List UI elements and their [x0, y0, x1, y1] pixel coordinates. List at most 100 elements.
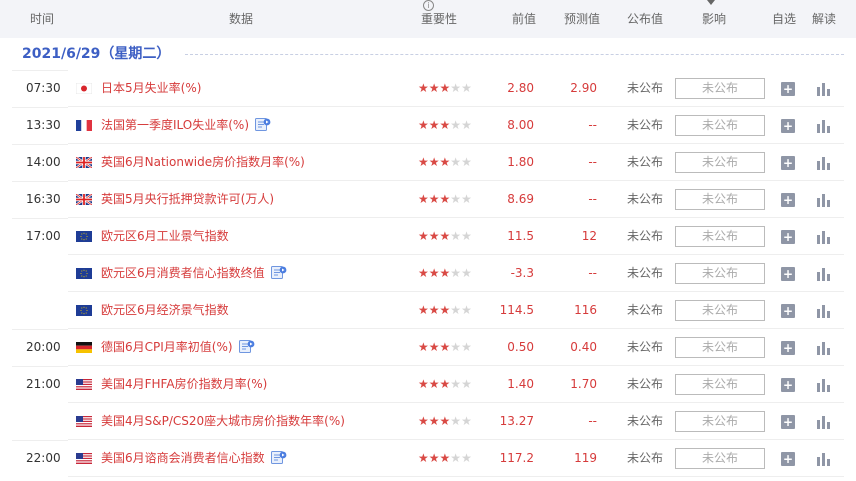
table-row: 21:00 美国4月FHFA房价指数月率(%) ★★★★★ 1.40 1.70 未公布 未公…: [0, 366, 856, 403]
document-icon[interactable]: [238, 331, 255, 353]
add-watchlist-button[interactable]: +: [781, 82, 795, 96]
header-forecast: 预测值: [564, 12, 601, 26]
table-row: 22:00 美国6月谘商会消费者信心指数 ★★★★★ 117.2 119 未公布 未公布 +: [0, 440, 856, 477]
document-icon[interactable]: [255, 109, 271, 131]
row-time: 14:00: [26, 155, 61, 169]
add-watchlist-button[interactable]: +: [781, 267, 795, 281]
event-name-text: 欧元区6月工业景气指数: [101, 229, 229, 243]
bar-chart-icon[interactable]: [817, 192, 831, 207]
table-row: 14:00 英国6月Nationwide房价指数月率(%) ★★★★★ 1.80 -- 未…: [0, 144, 856, 181]
add-watchlist-button[interactable]: +: [781, 156, 795, 170]
previous-value: 114.5: [499, 303, 534, 317]
star-icon: ★: [418, 303, 429, 317]
star-icon: ★: [428, 451, 440, 465]
event-name[interactable]: 日本5月失业率(%): [101, 70, 201, 107]
event-name[interactable]: 欧元区6月消费者信心指数终值: [101, 255, 287, 292]
importance-stars: ★★★★★: [418, 70, 472, 107]
bar-chart-icon[interactable]: [817, 303, 831, 318]
uk-flag-icon: [76, 157, 92, 168]
previous-value: 13.27: [499, 414, 534, 428]
published-value: 未公布: [627, 81, 664, 95]
bar-chart-icon[interactable]: [817, 229, 831, 244]
event-name-text: 欧元区6月经济景气指数: [101, 303, 229, 317]
forecast-value: --: [588, 266, 597, 280]
bar-chart-icon[interactable]: [817, 377, 831, 392]
add-watchlist-button[interactable]: +: [781, 378, 795, 392]
table-row: 17:00 欧元区6月工业景气指数 ★★★★★ 11.5 12 未公布 未公布 +: [0, 218, 856, 255]
star-icon: ★: [418, 414, 429, 428]
star-icon: ★: [450, 340, 462, 354]
importance-stars: ★★★★★: [418, 366, 472, 403]
previous-value: 0.50: [507, 340, 534, 354]
row-time: 07:30: [26, 81, 61, 95]
star-icon: ★: [439, 377, 451, 391]
star-icon: ★: [418, 340, 429, 354]
date-group-header: 2021/6/29（星期二）: [0, 38, 856, 70]
event-name[interactable]: 美国4月S&P/CS20座大城市房价指数年率(%): [101, 403, 345, 440]
event-name[interactable]: 欧元区6月经济景气指数: [101, 292, 229, 329]
star-icon: ★: [418, 118, 429, 132]
event-name-text: 美国6月谘商会消费者信心指数: [101, 451, 265, 465]
add-watchlist-button[interactable]: +: [781, 341, 795, 355]
published-value: 未公布: [627, 414, 664, 428]
add-watchlist-button[interactable]: +: [781, 230, 795, 244]
star-icon: ★: [428, 266, 440, 280]
forecast-value: --: [588, 118, 597, 132]
star-icon: ★: [428, 192, 440, 206]
event-name[interactable]: 美国4月FHFA房价指数月率(%): [101, 366, 267, 403]
star-icon: ★: [428, 414, 440, 428]
event-name[interactable]: 美国6月谘商会消费者信心指数: [101, 440, 287, 477]
previous-value: 2.80: [507, 81, 534, 95]
forecast-value: 119: [574, 451, 597, 465]
event-name-text: 法国第一季度ILO失业率(%): [101, 118, 250, 132]
star-icon: ★: [439, 266, 451, 280]
row-time: 20:00: [26, 340, 61, 354]
us-flag-icon: [76, 379, 92, 390]
forecast-value: 1.70: [570, 377, 597, 391]
published-value: 未公布: [627, 118, 664, 132]
table-row: 16:30 英国5月央行抵押贷款许可(万人) ★★★★★ 8.69 -- 未公布 未公布 +: [0, 181, 856, 218]
bar-chart-icon[interactable]: [817, 340, 831, 355]
event-name[interactable]: 德国6月CPI月率初值(%): [101, 329, 255, 366]
add-watchlist-button[interactable]: +: [781, 304, 795, 318]
bar-chart-icon[interactable]: [817, 451, 831, 466]
event-name[interactable]: 法国第一季度ILO失业率(%): [101, 107, 271, 144]
add-watchlist-button[interactable]: +: [781, 415, 795, 429]
forecast-value: --: [588, 192, 597, 206]
document-icon[interactable]: [270, 257, 287, 279]
event-name[interactable]: 欧元区6月工业景气指数: [101, 218, 229, 255]
bar-chart-icon[interactable]: [817, 81, 831, 96]
published-value: 未公布: [627, 155, 664, 169]
info-icon[interactable]: i: [423, 0, 434, 11]
add-watchlist-button[interactable]: +: [781, 119, 795, 133]
event-name[interactable]: 英国5月央行抵押贷款许可(万人): [101, 181, 274, 218]
bar-chart-icon[interactable]: [817, 266, 831, 281]
event-name-text: 德国6月CPI月率初值(%): [101, 340, 233, 354]
bar-chart-icon[interactable]: [817, 155, 831, 170]
star-icon: ★: [450, 414, 462, 428]
event-name[interactable]: 英国6月Nationwide房价指数月率(%): [101, 144, 305, 181]
bar-chart-icon[interactable]: [817, 414, 831, 429]
star-icon: ★: [439, 303, 451, 317]
date-divider: [185, 54, 844, 55]
published-value: 未公布: [627, 303, 664, 317]
france-flag-icon: [76, 120, 92, 131]
event-name-text: 英国6月Nationwide房价指数月率(%): [101, 155, 305, 169]
header-time: 时间: [30, 12, 55, 26]
impact-box: 未公布: [675, 337, 765, 358]
importance-stars: ★★★★★: [418, 144, 472, 181]
star-icon: ★: [439, 118, 451, 132]
star-icon: ★: [450, 303, 462, 317]
add-watchlist-button[interactable]: +: [781, 193, 795, 207]
forecast-value: 2.90: [570, 81, 597, 95]
star-icon: ★: [461, 451, 472, 465]
published-value: 未公布: [627, 451, 664, 465]
add-watchlist-button[interactable]: +: [781, 452, 795, 466]
star-icon: ★: [418, 192, 429, 206]
header-explain: 解读: [812, 12, 837, 26]
bar-chart-icon[interactable]: [817, 118, 831, 133]
document-icon[interactable]: [270, 442, 287, 464]
impact-box: 未公布: [675, 78, 765, 99]
table-row: 欧元区6月经济景气指数 ★★★★★ 114.5 116 未公布 未公布 +: [0, 292, 856, 329]
star-icon: ★: [428, 340, 440, 354]
